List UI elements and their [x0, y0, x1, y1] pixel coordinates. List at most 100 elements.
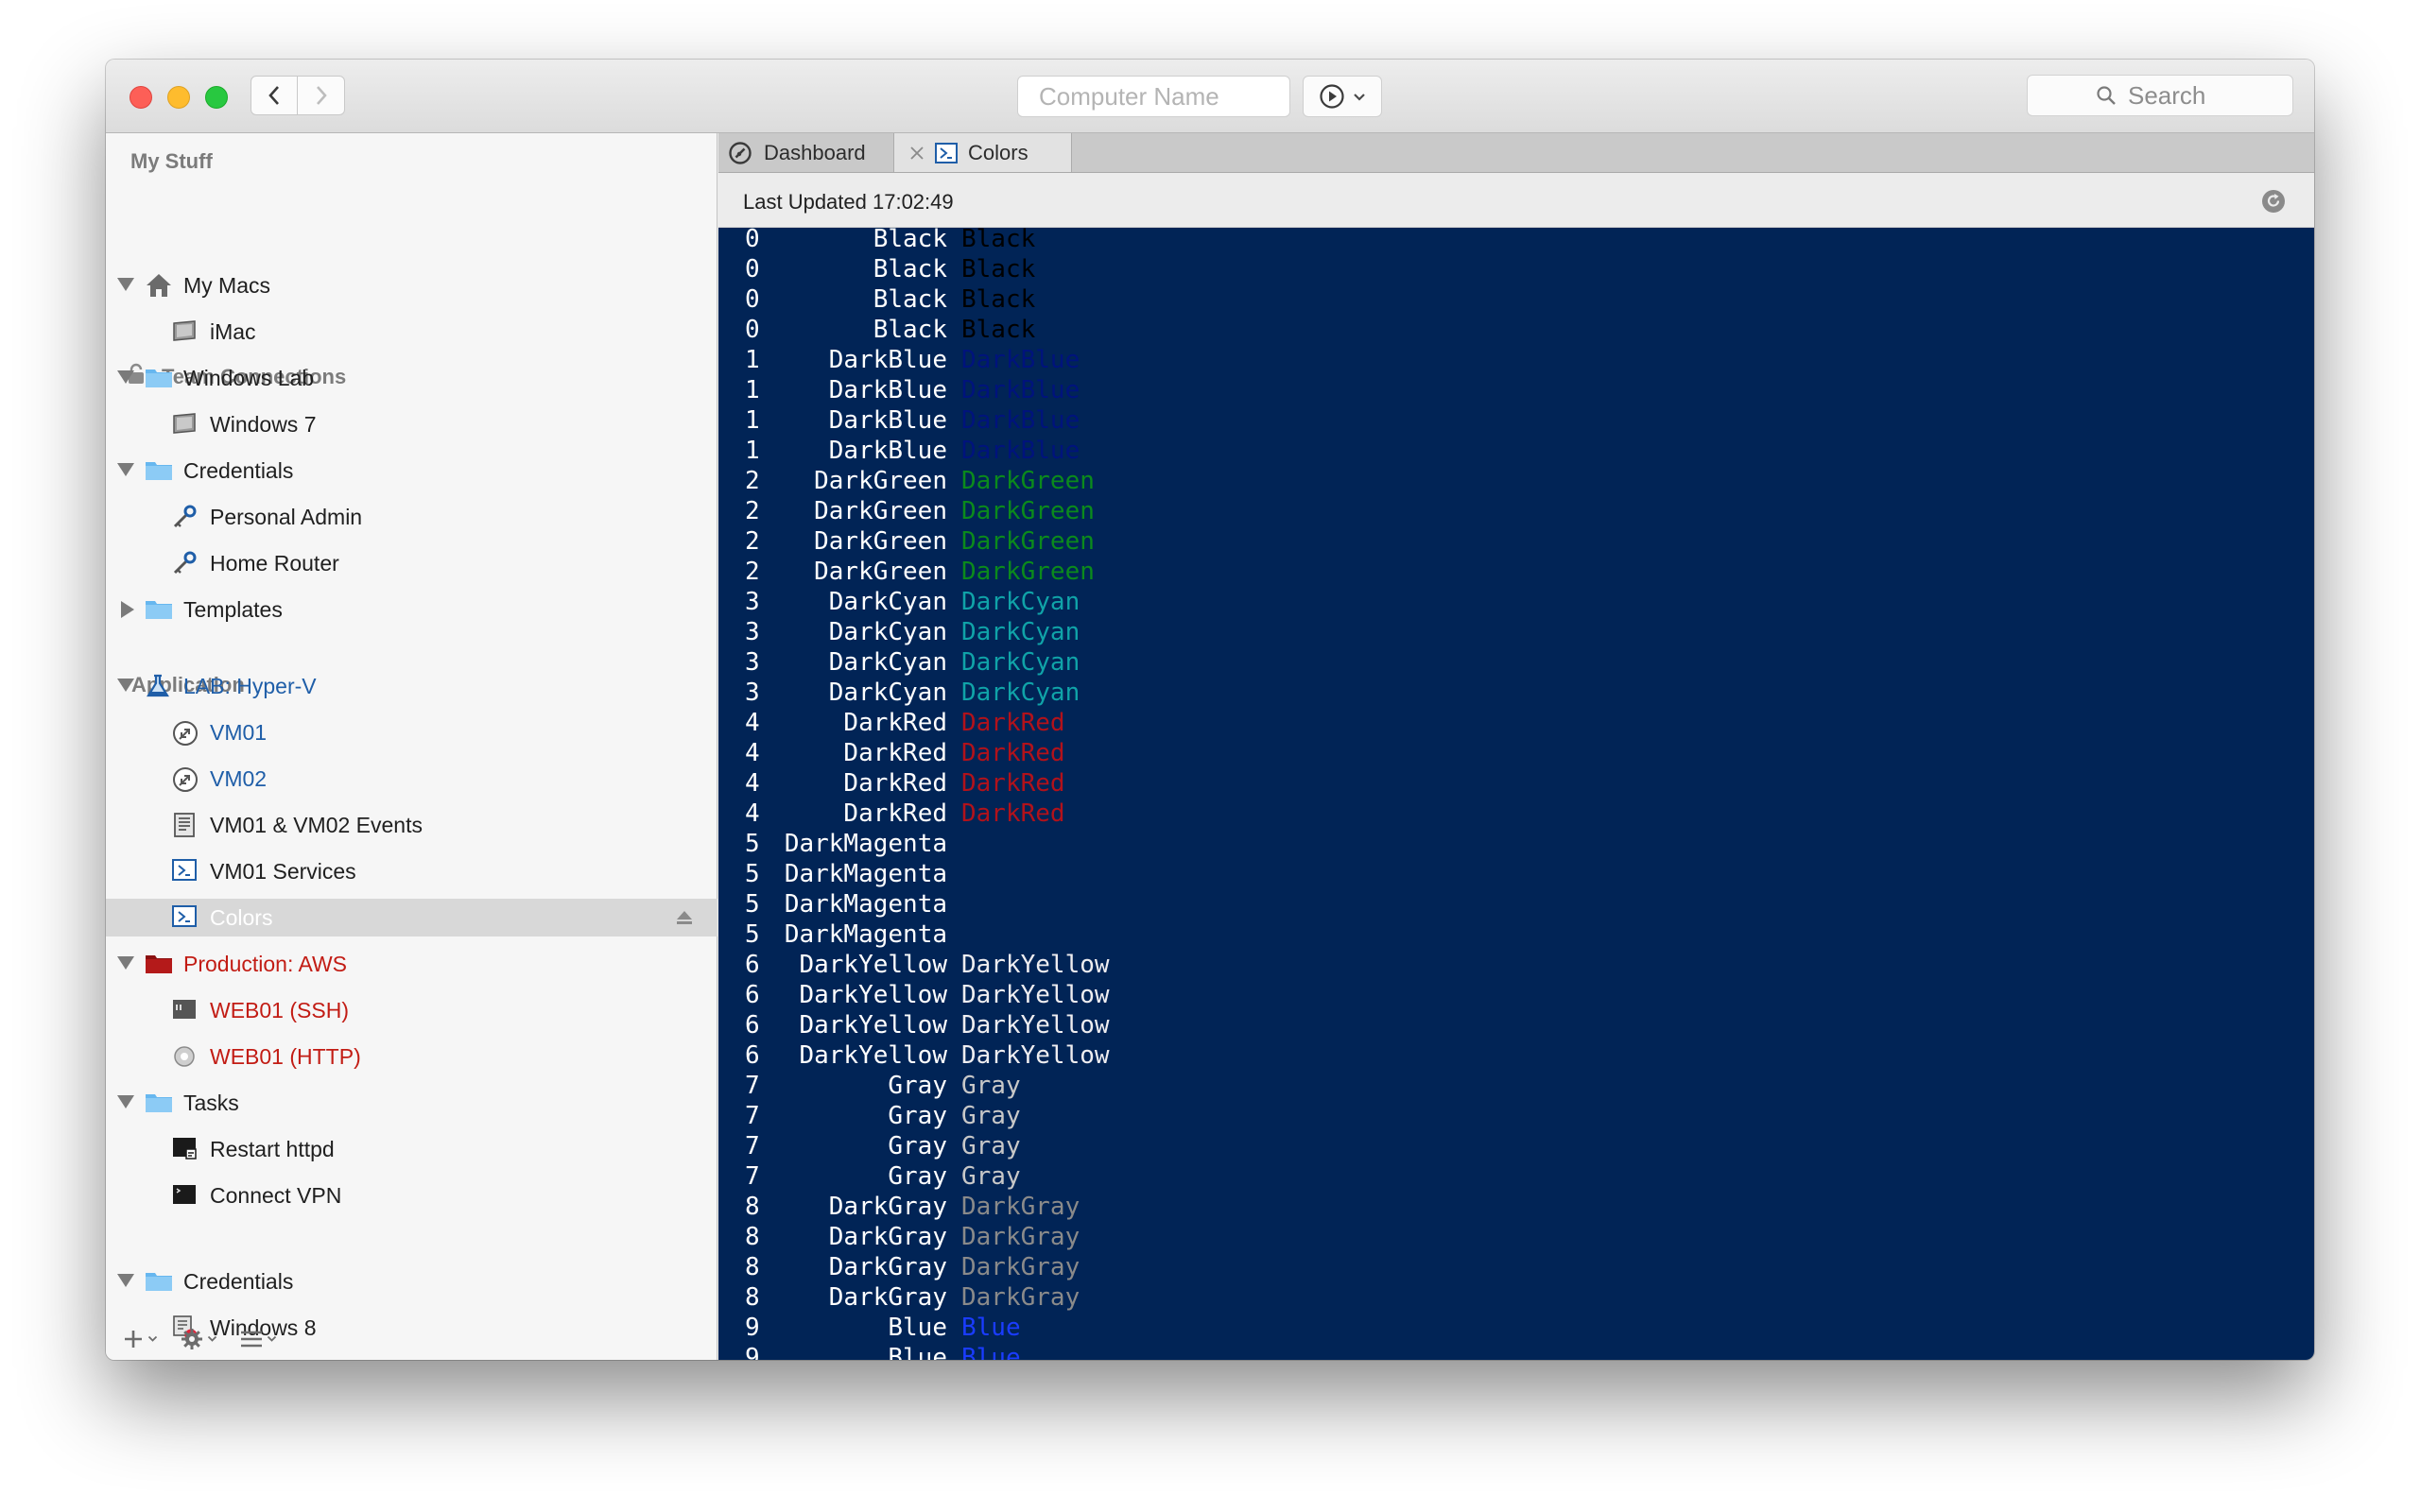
- sidebar-item[interactable]: Windows 7: [106, 405, 717, 443]
- close-window-button[interactable]: [130, 86, 152, 109]
- disclosure-open-icon[interactable]: [117, 463, 134, 476]
- color-sample: DarkCyan: [961, 588, 1080, 616]
- console-line: 9 Blue Blue: [718, 1313, 2314, 1343]
- tab-dashboard[interactable]: Dashboard: [718, 133, 894, 172]
- ssh-icon: [171, 997, 199, 1023]
- sidebar-item[interactable]: Tasks: [106, 1355, 717, 1360]
- color-name: DarkRed: [843, 709, 947, 737]
- disclosure-open-icon[interactable]: [117, 956, 134, 970]
- sidebar-item[interactable]: LAB: Hyper-V: [106, 667, 717, 705]
- sidebar-item-label: Credentials: [183, 1269, 294, 1294]
- sidebar-item[interactable]: Credentials: [106, 1263, 717, 1300]
- folder-icon: [145, 1268, 173, 1295]
- sidebar-item[interactable]: Templates: [106, 591, 717, 628]
- console-line: 6 DarkYellow DarkYellow: [718, 980, 2314, 1010]
- color-sample: DarkGray: [961, 1253, 1080, 1281]
- console-output[interactable]: 0 Black Black 0 Black Black 0 Black Black 0 Black B…: [718, 228, 2314, 1360]
- sidebar-item-label: Restart httpd: [210, 1137, 335, 1161]
- color-sample: Black: [961, 285, 1036, 314]
- color-name: DarkMagenta: [784, 860, 947, 888]
- color-sample: DarkGreen: [961, 497, 1095, 525]
- sidebar-item[interactable]: Credentials: [106, 452, 717, 490]
- color-name: DarkGreen: [814, 497, 947, 525]
- add-button[interactable]: [123, 1329, 158, 1349]
- disclosure-closed-icon[interactable]: [121, 601, 134, 618]
- tab-colors[interactable]: Colors: [894, 133, 1072, 172]
- last-updated-label: Last Updated 17:02:49: [743, 190, 954, 214]
- sidebar-item[interactable]: WEB01 (HTTP): [106, 1038, 717, 1075]
- disclosure-open-icon[interactable]: [117, 370, 134, 384]
- sidebar-item[interactable]: VM01: [106, 713, 717, 751]
- sidebar-item-label: VM01 & VM02 Events: [210, 813, 423, 837]
- console-line: 7 Gray Gray: [718, 1071, 2314, 1101]
- console-line: 2 DarkGreen DarkGreen: [718, 526, 2314, 557]
- console-line: 8 DarkGray DarkGray: [718, 1282, 2314, 1313]
- color-name: Blue: [888, 1344, 947, 1360]
- disclosure-open-icon[interactable]: [117, 1095, 134, 1108]
- folder-icon: [145, 1090, 173, 1116]
- info-bar: Last Updated 17:02:49: [718, 173, 2314, 228]
- console-line: 1 DarkBlue DarkBlue: [718, 436, 2314, 466]
- color-sample: DarkYellow: [961, 981, 1110, 1009]
- house-icon: [145, 272, 173, 299]
- folder-icon: [145, 457, 173, 484]
- sidebar-item[interactable]: Restart httpd: [106, 1130, 717, 1168]
- quick-connect-button[interactable]: [1303, 76, 1382, 117]
- console-line: 5 DarkMagenta: [718, 829, 2314, 859]
- sidebar-item[interactable]: VM02: [106, 760, 717, 798]
- folder-icon: [145, 596, 173, 623]
- close-tab-icon[interactable]: [909, 146, 925, 161]
- disclosure-open-icon[interactable]: [117, 679, 134, 692]
- minimize-window-button[interactable]: [167, 86, 190, 109]
- color-name: DarkMagenta: [784, 920, 947, 949]
- zoom-window-button[interactable]: [205, 86, 228, 109]
- disclosure-open-icon[interactable]: [117, 1274, 134, 1287]
- console-line: 2 DarkGreen DarkGreen: [718, 496, 2314, 526]
- search-input[interactable]: [2126, 79, 2224, 112]
- sidebar-item[interactable]: WEB01 (SSH): [106, 991, 717, 1029]
- console-line: 0 Black Black: [718, 284, 2314, 315]
- search-field[interactable]: [2027, 75, 2293, 116]
- play-circle-icon: [1320, 84, 1344, 109]
- sidebar-item[interactable]: iMac: [106, 313, 717, 351]
- color-name: DarkGreen: [814, 527, 947, 556]
- eject-icon[interactable]: [676, 910, 693, 930]
- color-name: DarkRed: [843, 799, 947, 828]
- color-sample: DarkCyan: [961, 618, 1080, 646]
- sidebar-item[interactable]: Colors: [106, 899, 717, 936]
- sidebar-item[interactable]: Windows Lab: [106, 359, 717, 397]
- sidebar-item-label: Credentials: [183, 458, 294, 483]
- color-name: DarkGray: [828, 1283, 947, 1312]
- disclosure-open-icon[interactable]: [117, 278, 134, 291]
- console-line: 9 Blue Blue: [718, 1343, 2314, 1360]
- sidebar-item[interactable]: Production: AWS: [106, 945, 717, 983]
- color-name: DarkCyan: [828, 588, 947, 616]
- sidebar-item[interactable]: Personal Admin: [106, 498, 717, 536]
- color-name: DarkBlue: [828, 437, 947, 465]
- sidebar-item[interactable]: Tasks: [106, 1084, 717, 1122]
- console-line: 3 DarkCyan DarkCyan: [718, 587, 2314, 617]
- sidebar-item[interactable]: VM01 & VM02 Events: [106, 806, 717, 844]
- color-sample: DarkBlue: [961, 376, 1080, 404]
- chevron-down-icon: [147, 1335, 158, 1342]
- console-line: 0 Black Black: [718, 228, 2314, 254]
- color-name: DarkMagenta: [784, 890, 947, 919]
- back-button[interactable]: [251, 76, 298, 115]
- sidebar-item[interactable]: My Macs: [106, 266, 717, 304]
- forward-button[interactable]: [298, 76, 345, 115]
- sidebar-item-label: VM02: [210, 766, 268, 791]
- sidebar-item[interactable]: Connect VPN: [106, 1177, 717, 1214]
- red-folder-icon: [145, 951, 173, 977]
- settings-button[interactable]: [181, 1328, 217, 1350]
- sidebar-item[interactable]: VM01 Services: [106, 852, 717, 890]
- view-options-button[interactable]: [240, 1330, 277, 1349]
- console-line: 3 DarkCyan DarkCyan: [718, 647, 2314, 678]
- dashboard-icon: [729, 141, 752, 164]
- color-name: Gray: [888, 1132, 947, 1160]
- console-line: 8 DarkGray DarkGray: [718, 1222, 2314, 1252]
- sidebar-item[interactable]: Home Router: [106, 544, 717, 582]
- color-name: DarkGray: [828, 1223, 947, 1251]
- refresh-icon[interactable]: [2261, 189, 2286, 214]
- sidebar-item-label: LAB: Hyper-V: [183, 674, 317, 698]
- monitor-icon: [171, 318, 199, 345]
